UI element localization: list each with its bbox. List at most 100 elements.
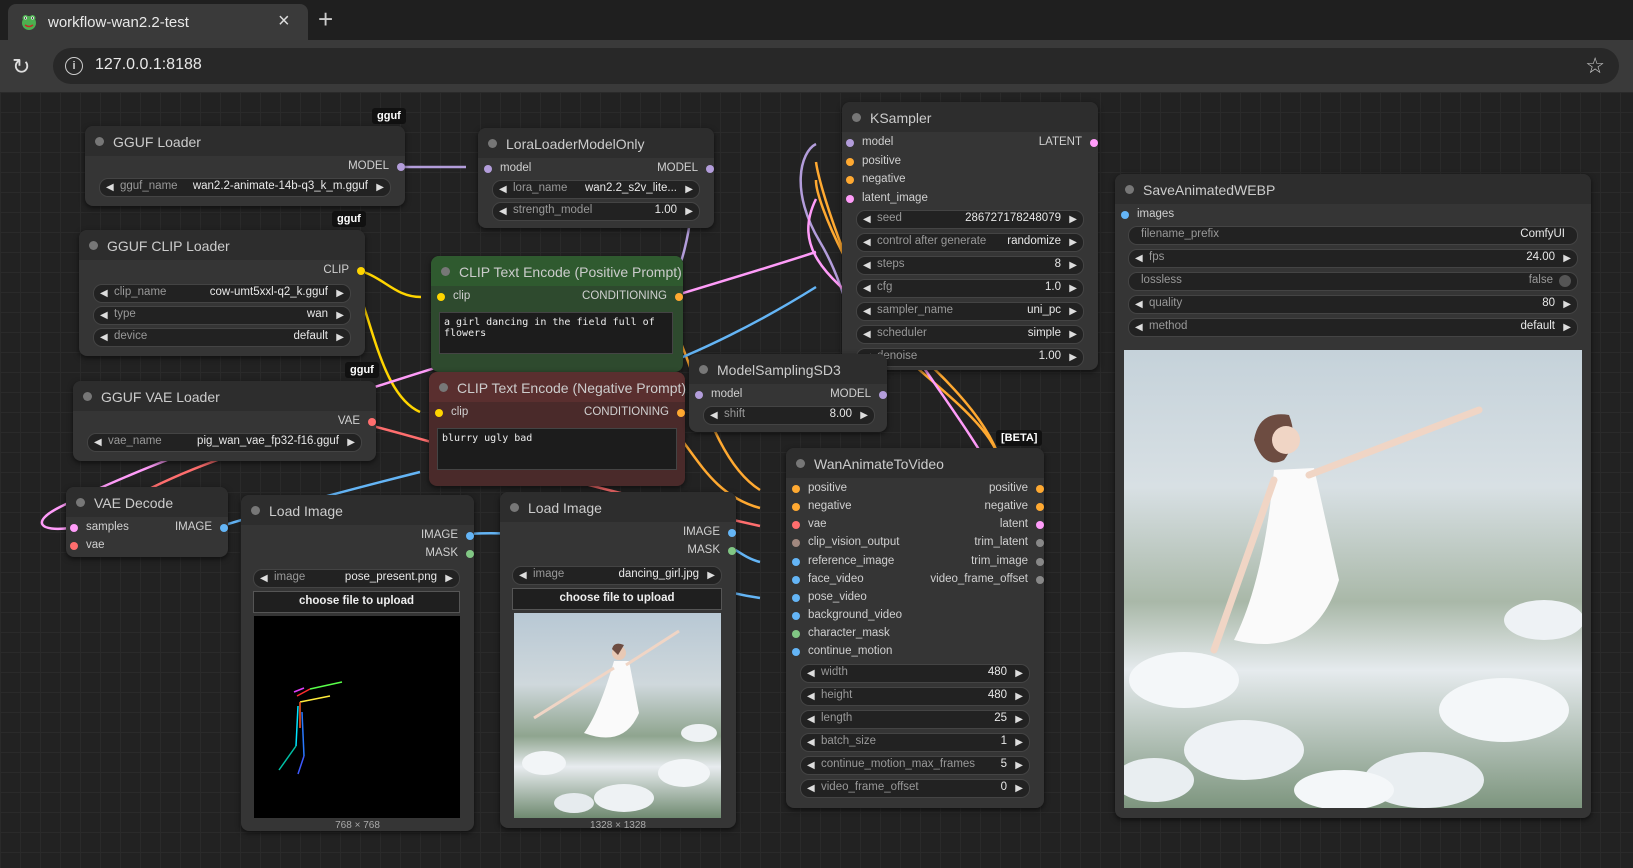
new-tab-icon[interactable]: +: [318, 4, 333, 35]
socket-pin[interactable]: [675, 293, 683, 301]
type-combo[interactable]: ◀ type wan ▶: [93, 306, 351, 325]
output-conditioning[interactable]: CONDITIONING: [582, 290, 683, 302]
socket-pin[interactable]: [792, 648, 800, 656]
collapse-dot-icon[interactable]: [1125, 185, 1134, 194]
output-negative[interactable]: negative: [985, 500, 1044, 512]
node-graph-canvas[interactable]: gguf GGUF Loader MODEL ◀ gguf_name wan2.2-…: [0, 92, 1633, 868]
right-arrow-icon[interactable]: ▶: [707, 567, 715, 584]
upload-button[interactable]: choose file to upload: [512, 588, 722, 610]
collapse-dot-icon[interactable]: [441, 267, 450, 276]
device-combo[interactable]: ◀ device default ▶: [93, 328, 351, 347]
socket-pin[interactable]: [1036, 521, 1044, 529]
load-image-reference-node[interactable]: Load Image IMAGE MASK ◀ image dancing_girl…: [500, 492, 736, 831]
right-arrow-icon[interactable]: ▶: [1015, 688, 1023, 705]
seed-number[interactable]: ◀ seed 286727178248079 ▶: [856, 210, 1084, 229]
collapse-dot-icon[interactable]: [852, 113, 861, 122]
collapse-dot-icon[interactable]: [251, 506, 260, 515]
output-model[interactable]: MODEL: [830, 388, 887, 400]
right-arrow-icon[interactable]: ▶: [336, 329, 344, 346]
socket-pin[interactable]: [1036, 558, 1044, 566]
collapse-dot-icon[interactable]: [95, 137, 104, 146]
output-model[interactable]: MODEL: [657, 162, 714, 174]
denoise-number[interactable]: ◀denoise1.00▶: [856, 348, 1084, 367]
left-arrow-icon[interactable]: ◀: [1135, 296, 1143, 313]
right-arrow-icon[interactable]: ▶: [376, 179, 384, 196]
right-arrow-icon[interactable]: ▶: [336, 285, 344, 302]
left-arrow-icon[interactable]: ◀: [710, 407, 718, 424]
right-arrow-icon[interactable]: ▶: [445, 570, 453, 587]
gguf-loader-node[interactable]: GGUF Loader MODEL ◀ gguf_name wan2.2-anima…: [85, 126, 405, 206]
input-negative[interactable]: negative: [792, 500, 851, 512]
shift-number[interactable]: ◀ shift 8.00 ▶: [703, 406, 875, 425]
wan-animate-to-video-node[interactable]: WanAnimateToVideo positive negative vae …: [786, 448, 1044, 808]
input-samples[interactable]: samples: [70, 521, 129, 533]
input-model[interactable]: model: [846, 136, 893, 148]
vae-name-combo[interactable]: ◀ vae_name pig_wan_vae_fp32-f16.gguf ▶: [87, 433, 362, 452]
node-header[interactable]: LoraLoaderModelOnly: [478, 128, 714, 158]
left-arrow-icon[interactable]: ◀: [863, 234, 871, 251]
socket-pin[interactable]: [466, 532, 474, 540]
model-sampling-sd3-node[interactable]: ModelSamplingSD3 model MODEL ◀ shift 8.00 ▶: [689, 354, 887, 432]
socket-pin[interactable]: [846, 195, 854, 203]
control-after-generate-combo[interactable]: ◀ control after generate randomize ▶: [856, 233, 1084, 252]
gguf-vae-loader-node[interactable]: GGUF VAE Loader VAE ◀ vae_name pig_wan_vae…: [73, 381, 376, 461]
filename-prefix-input[interactable]: filename_prefix ComfyUI: [1128, 226, 1578, 245]
collapse-dot-icon[interactable]: [488, 139, 497, 148]
left-arrow-icon[interactable]: ◀: [807, 688, 815, 705]
output-trim-image[interactable]: trim_image: [971, 555, 1044, 567]
socket-pin[interactable]: [1036, 539, 1044, 547]
image-combo[interactable]: ◀ image dancing_girl.jpg ▶: [512, 566, 722, 585]
input-model[interactable]: model: [484, 162, 531, 174]
right-arrow-icon[interactable]: ▶: [1015, 711, 1023, 728]
strength-model-slider[interactable]: ◀ strength_model 1.00 ▶: [492, 202, 700, 221]
gguf-name-combo[interactable]: ◀ gguf_name wan2.2-animate-14b-q3_k_m.gguf…: [99, 178, 391, 197]
output-image[interactable]: IMAGE: [683, 526, 736, 538]
left-arrow-icon[interactable]: ◀: [499, 203, 507, 220]
socket-pin[interactable]: [695, 391, 703, 399]
socket-pin[interactable]: [357, 267, 365, 275]
node-header[interactable]: Load Image: [500, 492, 736, 522]
load-image-pose-node[interactable]: Load Image IMAGE MASK ◀ image pose_present…: [241, 495, 474, 831]
right-arrow-icon[interactable]: ▶: [1015, 665, 1023, 682]
collapse-dot-icon[interactable]: [510, 503, 519, 512]
right-arrow-icon[interactable]: ▶: [347, 434, 355, 451]
gguf-clip-loader-node[interactable]: GGUF CLIP Loader CLIP ◀ clip_name cow-umt5…: [79, 230, 365, 356]
left-arrow-icon[interactable]: ◀: [260, 570, 268, 587]
input-character-mask[interactable]: character_mask: [792, 627, 890, 639]
right-arrow-icon[interactable]: ▶: [1015, 780, 1023, 797]
negative-prompt-textarea[interactable]: blurry ugly bad: [437, 428, 677, 470]
left-arrow-icon[interactable]: ◀: [94, 434, 102, 451]
input-vae[interactable]: vae: [792, 518, 827, 530]
left-arrow-icon[interactable]: ◀: [863, 211, 871, 228]
batch-size-number[interactable]: ◀ batch_size 1 ▶: [800, 733, 1030, 752]
scheduler-combo[interactable]: ◀ scheduler simple ▶: [856, 325, 1084, 344]
left-arrow-icon[interactable]: ◀: [100, 307, 108, 324]
socket-pin[interactable]: [728, 547, 736, 555]
socket-pin[interactable]: [792, 558, 800, 566]
quality-number[interactable]: ◀ quality 80 ▶: [1128, 295, 1578, 314]
left-arrow-icon[interactable]: ◀: [807, 757, 815, 774]
socket-pin[interactable]: [846, 158, 854, 166]
collapse-dot-icon[interactable]: [699, 365, 708, 374]
lossless-toggle[interactable]: lossless false: [1128, 272, 1578, 291]
right-arrow-icon[interactable]: ▶: [1069, 257, 1077, 274]
left-arrow-icon[interactable]: ◀: [863, 257, 871, 274]
positive-prompt-textarea[interactable]: a girl dancing in the field full of flow…: [439, 312, 673, 354]
socket-pin[interactable]: [435, 409, 443, 417]
node-header[interactable]: VAE Decode: [66, 487, 228, 517]
input-continue-motion[interactable]: continue_motion: [792, 645, 892, 657]
collapse-dot-icon[interactable]: [89, 241, 98, 250]
right-arrow-icon[interactable]: ▶: [1563, 319, 1571, 336]
output-video-frame-offset[interactable]: video_frame_offset: [930, 573, 1044, 585]
vae-decode-node[interactable]: VAE Decode samples vae IMAGE: [66, 487, 228, 557]
height-number[interactable]: ◀ height 480 ▶: [800, 687, 1030, 706]
right-arrow-icon[interactable]: ▶: [860, 407, 868, 424]
right-arrow-icon[interactable]: ▶: [1563, 250, 1571, 267]
reload-icon[interactable]: ↻: [12, 54, 30, 80]
right-arrow-icon[interactable]: ▶: [336, 307, 344, 324]
output-conditioning[interactable]: CONDITIONING: [584, 406, 685, 418]
socket-pin[interactable]: [397, 163, 405, 171]
output-mask[interactable]: MASK: [425, 547, 474, 559]
bookmark-star-icon[interactable]: ☆: [1585, 53, 1605, 79]
node-header[interactable]: CLIP Text Encode (Negative Prompt): [429, 372, 686, 402]
